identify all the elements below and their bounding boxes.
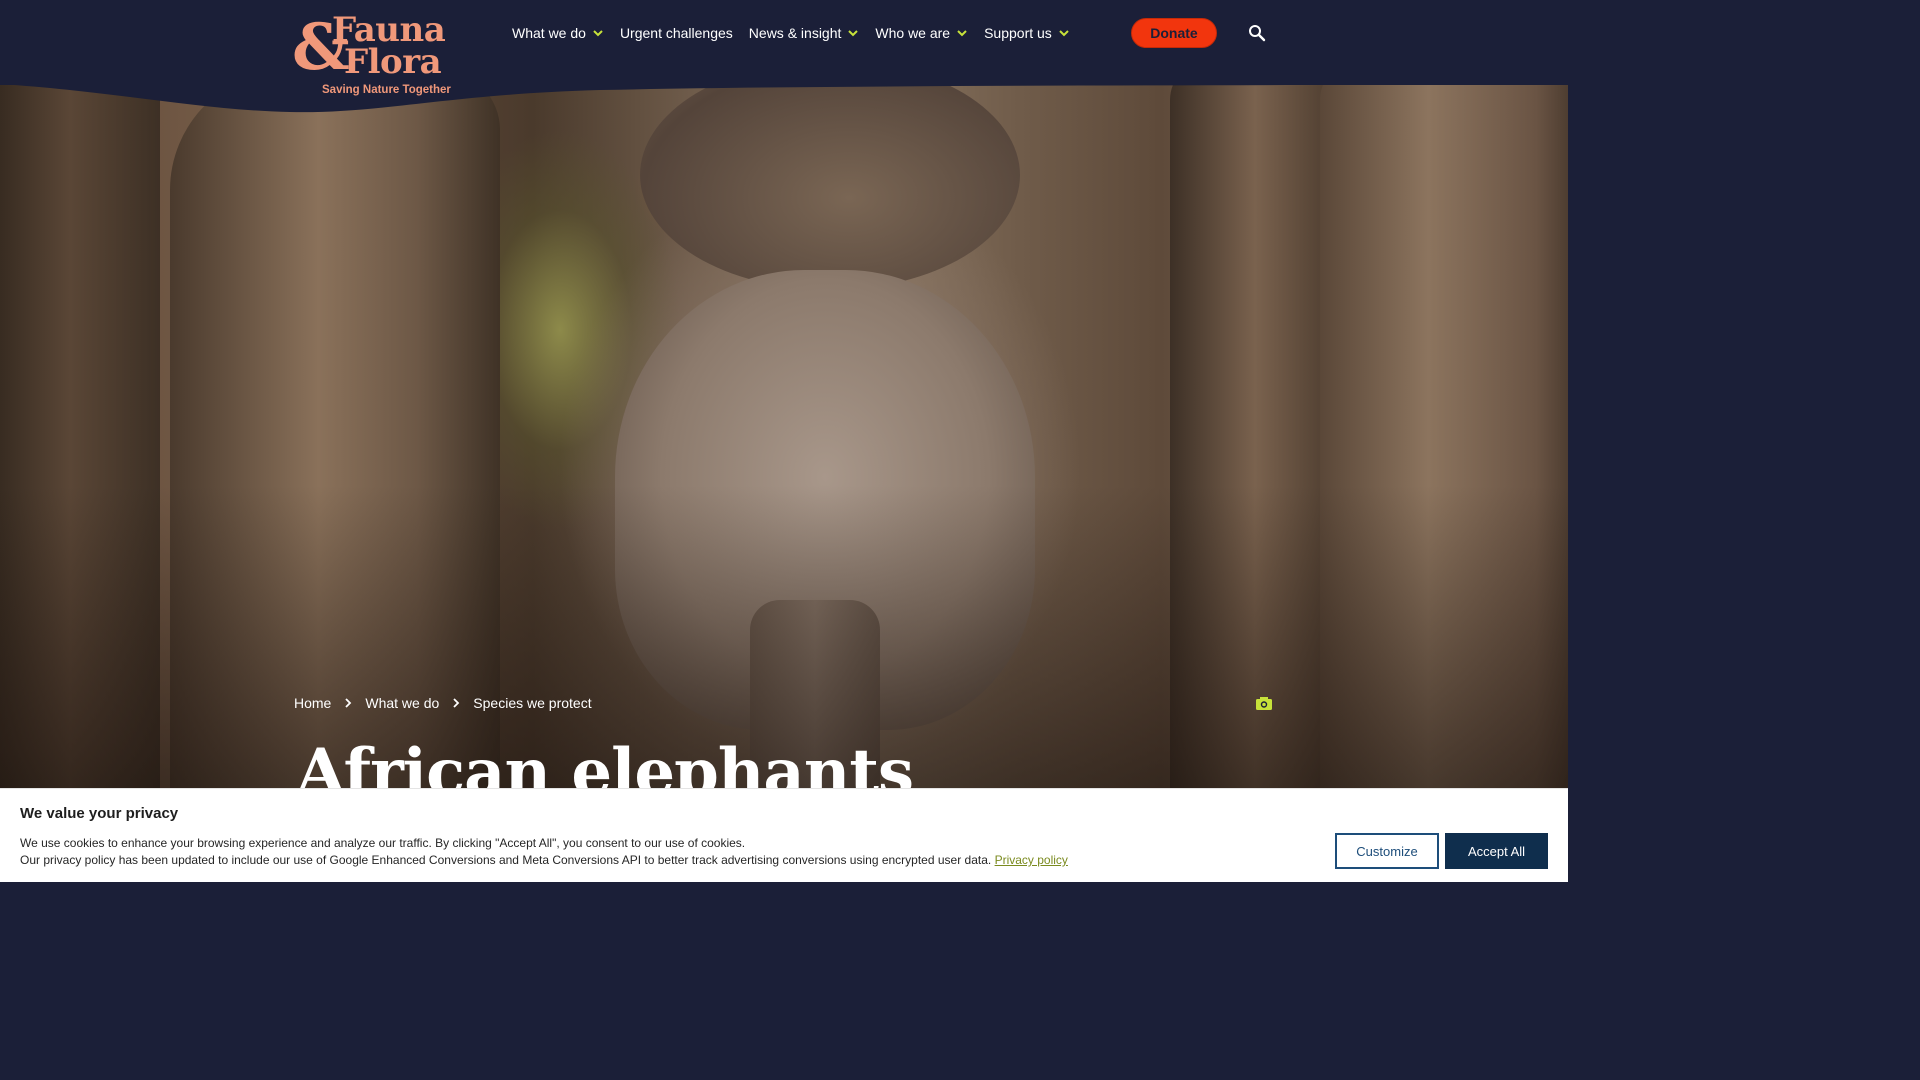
nav-curve-decoration [0, 84, 1568, 113]
cookie-text-line1: We use cookies to enhance your browsing … [20, 836, 746, 850]
cookie-banner: We value your privacy We use cookies to … [0, 788, 1568, 882]
cookie-text: We use cookies to enhance your browsing … [20, 835, 1068, 869]
chevron-down-icon [848, 30, 859, 37]
nav-item-label: Who we are [875, 25, 951, 41]
chevron-down-icon [957, 30, 967, 37]
nav-item-label: Urgent challenges [619, 25, 733, 41]
breadcrumb-home[interactable]: Home [294, 695, 331, 711]
search-icon[interactable] [1248, 24, 1266, 42]
logo-tagline: Saving Nature Together [322, 84, 451, 96]
accept-all-button[interactable]: Accept All [1445, 833, 1548, 869]
chevron-right-icon [453, 698, 460, 708]
breadcrumb: Home What we do Species we protect [294, 695, 592, 711]
nav-item-label: Support us [984, 25, 1052, 41]
privacy-policy-link[interactable]: Privacy policy [995, 853, 1068, 867]
breadcrumb-species[interactable]: Species we protect [473, 695, 591, 711]
camera-icon[interactable] [1255, 696, 1273, 711]
brand-logo[interactable]: & Fauna Flora Saving Nature Together [292, 12, 462, 102]
chevron-down-icon [1059, 30, 1069, 37]
cookie-text-line2-wrap: Our privacy policy has been updated to i… [20, 852, 1068, 869]
logo-word-flora: Flora [344, 42, 442, 82]
nav-item-label: News & insight [748, 25, 842, 41]
cookie-text-line2: Our privacy policy has been updated to i… [20, 853, 992, 867]
chevron-right-icon [345, 698, 352, 708]
breadcrumb-what-we-do[interactable]: What we do [365, 695, 439, 711]
main-nav: What we do Urgent challenges News & insi… [512, 22, 1086, 44]
nav-item-who-we-are[interactable]: Who we are [875, 22, 968, 44]
chevron-down-icon [593, 30, 603, 37]
cookie-title: We value your privacy [20, 805, 179, 822]
nav-item-label: What we do [512, 25, 586, 41]
nav-item-support-us[interactable]: Support us [984, 22, 1070, 44]
nav-item-what-we-do[interactable]: What we do [512, 22, 604, 44]
nav-item-urgent-challenges[interactable]: Urgent challenges [620, 22, 733, 44]
donate-button[interactable]: Donate [1131, 18, 1217, 48]
customize-button[interactable]: Customize [1335, 833, 1439, 869]
nav-item-news-insight[interactable]: News & insight [749, 22, 860, 44]
